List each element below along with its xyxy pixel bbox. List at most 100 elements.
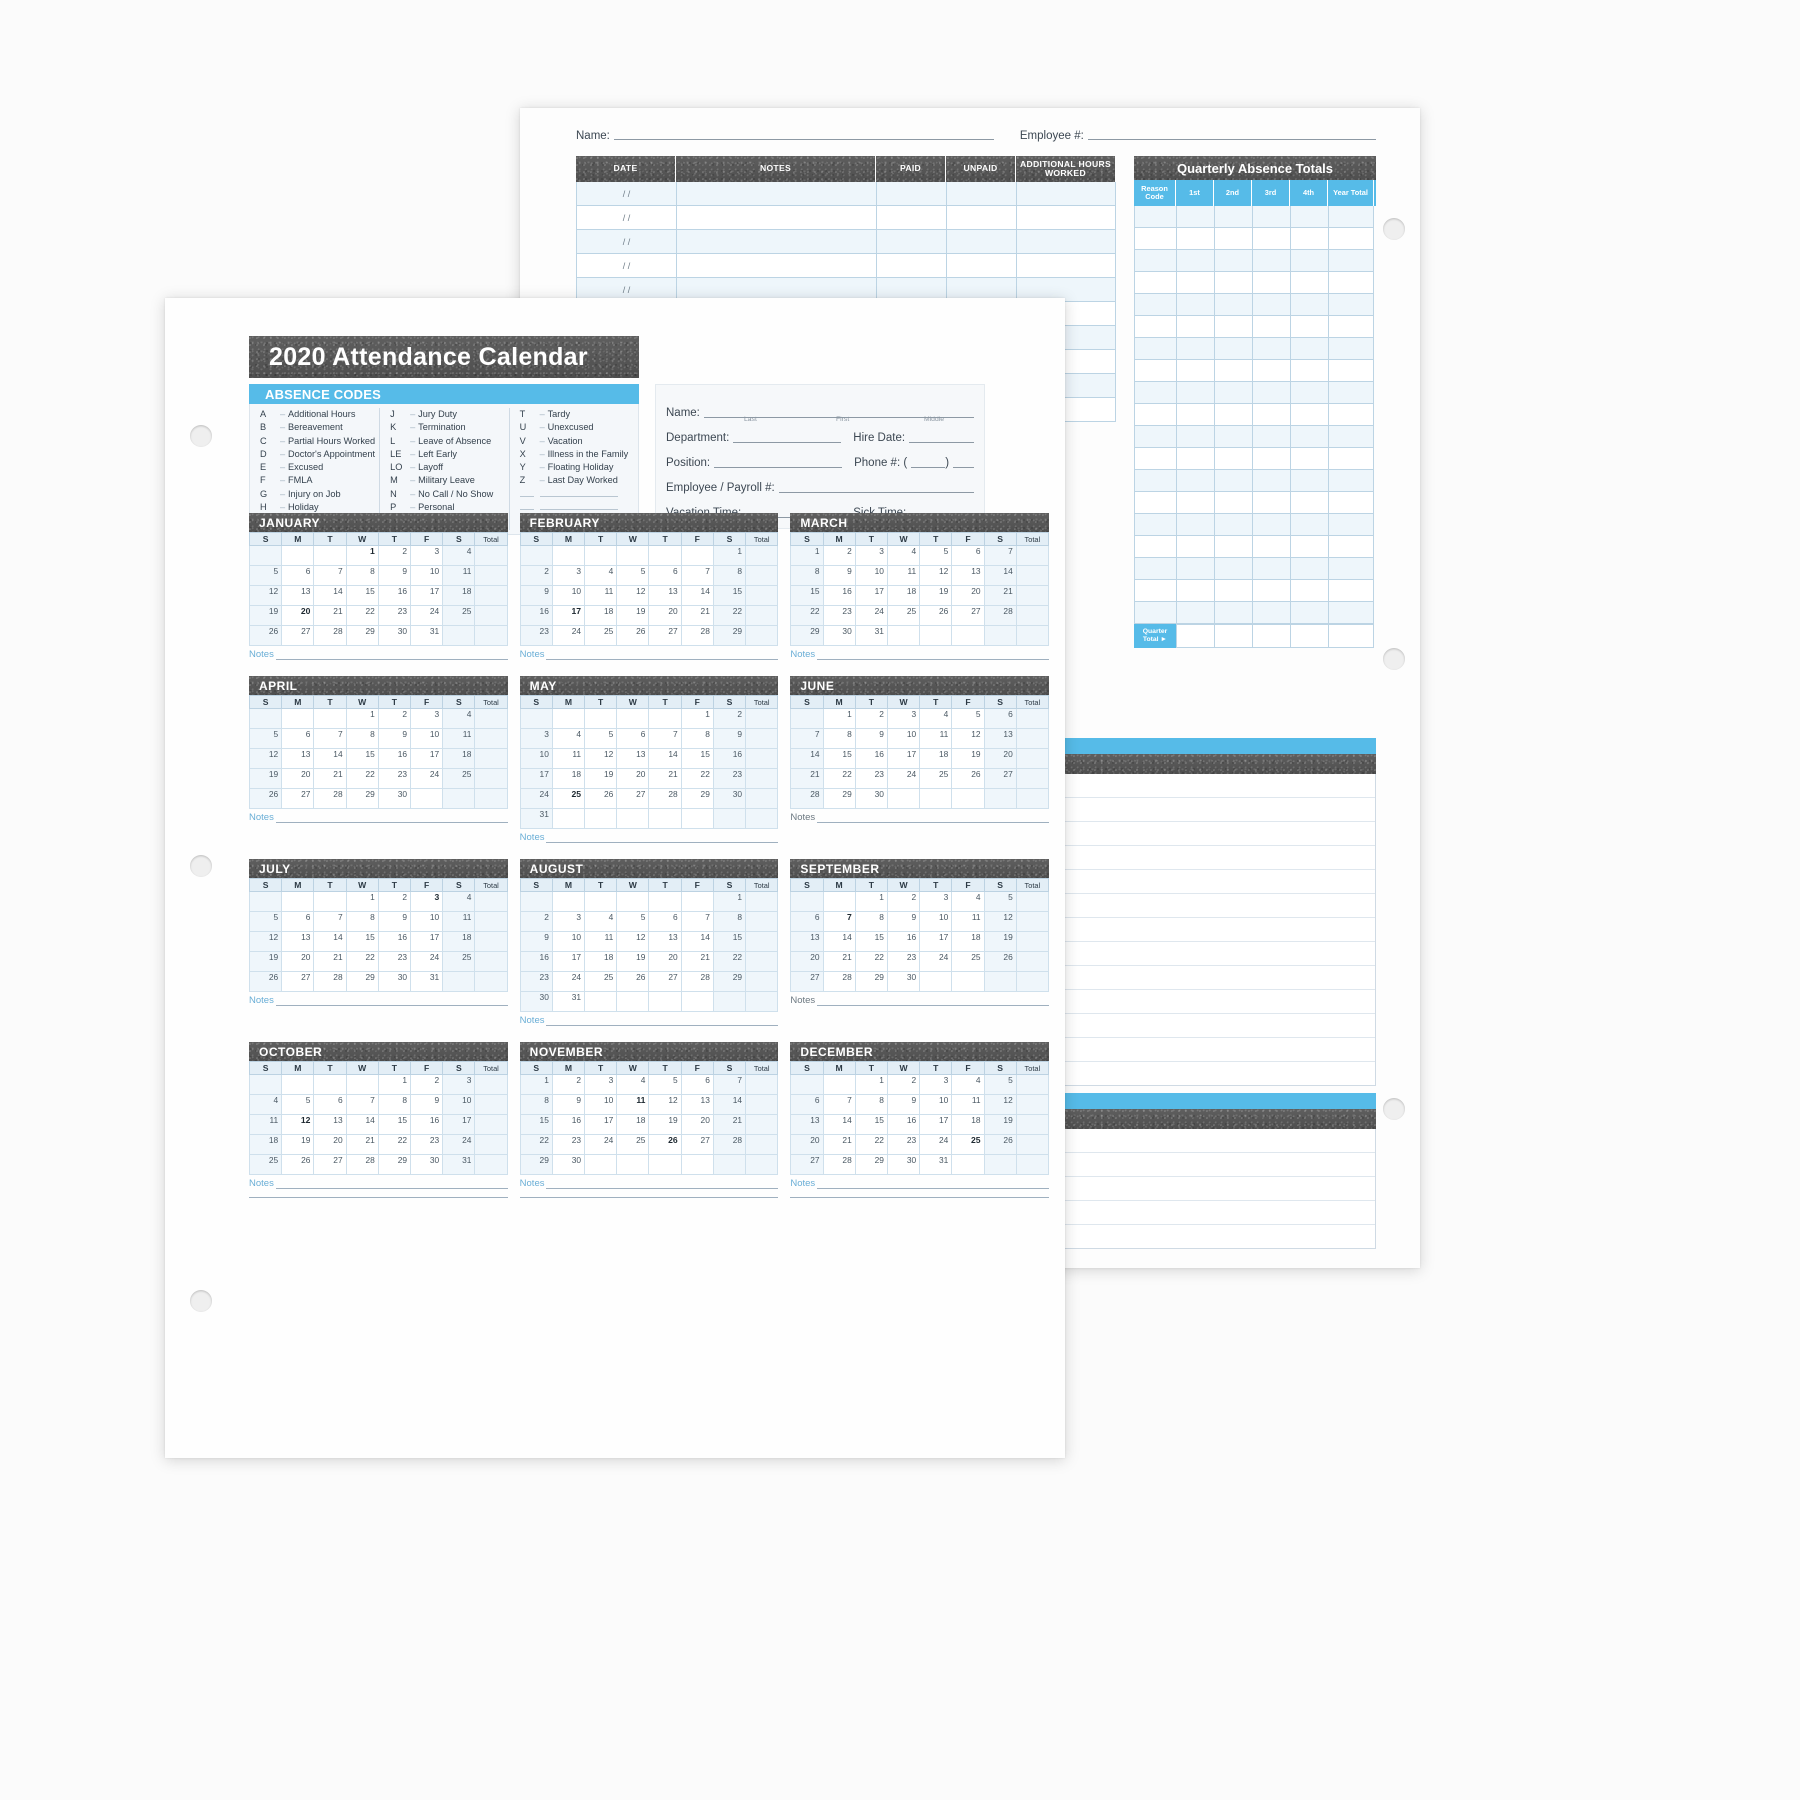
calendar-day-cell[interactable]: 27	[790, 971, 824, 992]
cell-additional-hours[interactable]	[1016, 206, 1116, 230]
calendar-day-cell[interactable]: 21	[680, 951, 714, 972]
cell-year-total[interactable]	[1328, 558, 1374, 580]
week-total-cell[interactable]	[1015, 1094, 1049, 1115]
calendar-day-cell[interactable]: 18	[442, 585, 476, 606]
week-total-cell[interactable]	[1015, 1154, 1049, 1175]
calendar-day-cell[interactable]: 31	[410, 625, 444, 646]
calendar-day-cell[interactable]	[248, 708, 283, 729]
calendar-day-cell[interactable]	[680, 808, 714, 829]
calendar-day-cell[interactable]	[281, 891, 315, 912]
calendar-day-cell[interactable]: 6	[790, 911, 824, 932]
week-total-cell[interactable]	[745, 748, 779, 769]
calendar-day-cell[interactable]: 22	[822, 768, 856, 789]
calendar-day-cell[interactable]	[648, 808, 682, 829]
cell-year-total[interactable]	[1328, 294, 1374, 316]
calendar-day-cell[interactable]: 26	[248, 788, 283, 809]
cell-reason-code[interactable]	[1134, 404, 1176, 426]
week-total-cell[interactable]	[1015, 931, 1049, 952]
calendar-day-cell[interactable]	[551, 545, 586, 566]
calendar-day-cell[interactable]	[951, 971, 985, 992]
calendar-day-cell[interactable]: 22	[854, 1134, 888, 1155]
calendar-day-cell[interactable]: 2	[822, 545, 856, 566]
calendar-day-cell[interactable]: 26	[951, 768, 985, 789]
calendar-day-cell[interactable]: 27	[616, 788, 650, 809]
calendar-day-cell[interactable]	[680, 891, 714, 912]
week-total-cell[interactable]	[745, 728, 779, 749]
calendar-day-cell[interactable]	[248, 1074, 283, 1095]
calendar-day-cell[interactable]: 23	[519, 625, 553, 646]
cell-q2[interactable]	[1214, 382, 1252, 404]
calendar-day-cell[interactable]: 10	[551, 585, 586, 606]
week-total-cell[interactable]	[474, 1094, 508, 1115]
cell-q3[interactable]	[1252, 360, 1290, 382]
cell-year-total[interactable]	[1328, 470, 1374, 492]
calendar-day-cell[interactable]: 16	[886, 931, 921, 952]
calendar-day-cell[interactable]: 26	[648, 1134, 682, 1155]
back-employee-num-field[interactable]	[1087, 126, 1376, 140]
calendar-day-cell[interactable]: 16	[377, 748, 412, 769]
calendar-day-cell[interactable]: 10	[442, 1094, 476, 1115]
cell-reason-code[interactable]	[1134, 426, 1176, 448]
calendar-day-cell[interactable]: 2	[886, 891, 921, 912]
calendar-day-cell[interactable]: 5	[248, 728, 283, 749]
calendar-day-cell[interactable]: 24	[410, 605, 444, 626]
calendar-day-cell[interactable]: 20	[281, 605, 315, 626]
calendar-day-cell[interactable]	[886, 625, 921, 646]
cell-year-total[interactable]	[1328, 602, 1374, 624]
calendar-day-cell[interactable]: 7	[712, 1074, 747, 1095]
cell-notes[interactable]	[676, 254, 876, 278]
cell-year-total[interactable]	[1328, 536, 1374, 558]
quarterly-row[interactable]	[1134, 338, 1376, 360]
month-notes-line[interactable]: Notes	[790, 649, 1049, 660]
calendar-day-cell[interactable]: 25	[442, 768, 476, 789]
calendar-day-cell[interactable]: 4	[584, 911, 618, 932]
cell-q3[interactable]	[1252, 536, 1290, 558]
calendar-day-cell[interactable]: 22	[854, 951, 888, 972]
calendar-day-cell[interactable]: 4	[919, 708, 953, 729]
cell-q3[interactable]	[1252, 470, 1290, 492]
calendar-day-cell[interactable]: 5	[616, 565, 650, 586]
quarterly-row[interactable]	[1134, 470, 1376, 492]
week-total-cell[interactable]	[1015, 971, 1049, 992]
cell-year-total[interactable]	[1328, 492, 1374, 514]
cell-date[interactable]: / /	[576, 254, 676, 278]
calendar-day-cell[interactable]: 30	[410, 1154, 444, 1175]
calendar-day-cell[interactable]: 5	[584, 728, 618, 749]
quarterly-row[interactable]	[1134, 360, 1376, 382]
calendar-day-cell[interactable]: 15	[345, 748, 379, 769]
quarterly-row[interactable]	[1134, 492, 1376, 514]
calendar-day-cell[interactable]: 6	[648, 565, 682, 586]
calendar-day-cell[interactable]	[983, 625, 1017, 646]
calendar-day-cell[interactable]: 3	[886, 708, 921, 729]
week-total-cell[interactable]	[474, 545, 508, 566]
week-total-cell[interactable]	[1015, 1134, 1049, 1155]
calendar-day-cell[interactable]: 5	[983, 891, 1017, 912]
cell-q1[interactable]	[1176, 382, 1214, 404]
calendar-day-cell[interactable]	[680, 545, 714, 566]
cell-paid[interactable]	[876, 230, 946, 254]
calendar-day-cell[interactable]: 19	[983, 931, 1017, 952]
calendar-day-cell[interactable]: 20	[951, 585, 985, 606]
calendar-day-cell[interactable]: 25	[248, 1154, 283, 1175]
cell-q2[interactable]	[1214, 536, 1252, 558]
calendar-day-cell[interactable]: 14	[345, 1114, 379, 1135]
calendar-day-cell[interactable]: 16	[519, 951, 553, 972]
calendar-day-cell[interactable]: 4	[442, 891, 476, 912]
week-total-cell[interactable]	[745, 788, 779, 809]
calendar-day-cell[interactable]: 24	[919, 951, 953, 972]
cell-year-total[interactable]	[1328, 426, 1374, 448]
calendar-day-cell[interactable]	[313, 545, 347, 566]
calendar-day-cell[interactable]: 17	[410, 931, 444, 952]
cell-q1[interactable]	[1176, 228, 1214, 250]
calendar-day-cell[interactable]: 20	[983, 748, 1017, 769]
week-total-cell[interactable]	[1015, 951, 1049, 972]
calendar-day-cell[interactable]	[551, 891, 586, 912]
calendar-day-cell[interactable]: 27	[648, 971, 682, 992]
calendar-day-cell[interactable]: 15	[790, 585, 824, 606]
week-total-cell[interactable]	[1015, 768, 1049, 789]
calendar-day-cell[interactable]: 3	[919, 891, 953, 912]
calendar-day-cell[interactable]: 28	[345, 1154, 379, 1175]
calendar-day-cell[interactable]: 13	[951, 565, 985, 586]
calendar-day-cell[interactable]: 21	[712, 1114, 747, 1135]
quarterly-row[interactable]	[1134, 426, 1376, 448]
